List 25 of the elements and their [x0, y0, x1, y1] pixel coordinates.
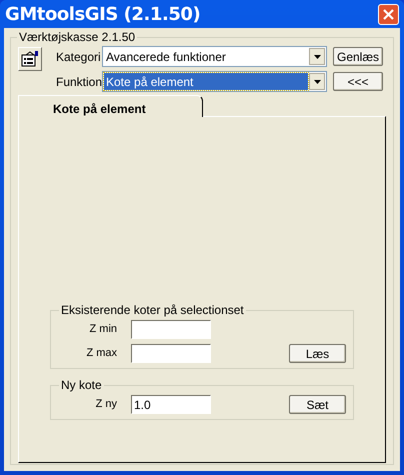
field-label: Z min	[90, 322, 117, 338]
action-button[interactable]: <<<	[333, 72, 383, 91]
action-button[interactable]: Læs	[289, 344, 346, 363]
group-title: Ny kote	[59, 378, 104, 392]
caret-icon	[309, 73, 325, 90]
dropdown[interactable]: Kote på element	[102, 71, 327, 92]
field-label: Kategori	[56, 48, 102, 66]
input-field[interactable]	[131, 344, 211, 363]
action-button[interactable]: Sæt	[289, 395, 346, 414]
group-title: Værktøjskasse 2.1.50	[17, 30, 138, 44]
close-icon	[383, 8, 394, 20]
input-field[interactable]	[131, 320, 211, 339]
field-label: Z ny	[96, 397, 117, 412]
tab[interactable]: Kote på element	[18, 95, 203, 117]
field-label: Z max	[86, 346, 117, 362]
input-field[interactable]: 1.0	[131, 395, 211, 414]
form-icon	[21, 51, 39, 67]
field-label: Funktion	[56, 74, 102, 90]
group-title: Eksisterende koter på selectionset	[59, 303, 246, 317]
close-button[interactable]	[378, 4, 399, 24]
window-title: GMtoolsGIS (2.1.50)	[5, 2, 200, 26]
dropdown[interactable]: Avancerede funktioner	[102, 46, 327, 67]
toolbox-button[interactable]	[18, 47, 42, 71]
action-button[interactable]: Genlæs	[333, 47, 383, 66]
caret-icon	[309, 48, 325, 65]
